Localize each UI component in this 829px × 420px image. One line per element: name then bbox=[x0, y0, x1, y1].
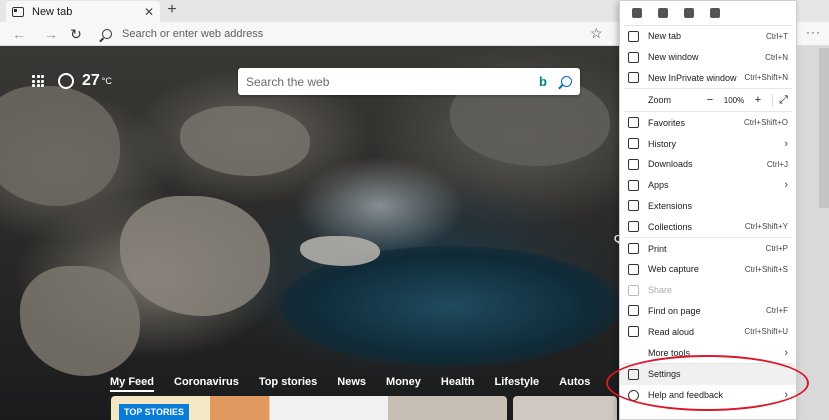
menu-item-downloads[interactable]: Downloads Ctrl+J bbox=[620, 154, 796, 175]
zoom-level: 100% bbox=[723, 95, 745, 105]
collections-icon bbox=[628, 221, 639, 233]
favorite-star-icon[interactable]: ☆ bbox=[590, 25, 603, 42]
menu-item-read-aloud[interactable]: Read aloud Ctrl+Shift+U bbox=[620, 321, 796, 342]
forward-icon[interactable]: → bbox=[42, 25, 60, 43]
feed-tab[interactable]: Autos bbox=[559, 376, 590, 392]
news-card[interactable] bbox=[513, 396, 617, 420]
tab-page-icon bbox=[12, 6, 24, 17]
chevron-right-icon: › bbox=[784, 179, 788, 192]
print-icon bbox=[628, 243, 639, 255]
apps-icon bbox=[628, 179, 639, 191]
more-tools-icon bbox=[628, 347, 639, 358]
inprivate-icon bbox=[628, 72, 639, 84]
menu-item-new-window[interactable]: New window Ctrl+N bbox=[620, 47, 796, 68]
share-icon bbox=[628, 284, 639, 296]
search-icon bbox=[102, 29, 112, 39]
zoom-out-button[interactable]: − bbox=[702, 94, 718, 106]
feed-tab[interactable]: News bbox=[337, 376, 366, 392]
scrollbar[interactable] bbox=[819, 48, 829, 208]
bing-icon[interactable]: b bbox=[539, 74, 547, 89]
feed-tabs: My Feed Coronavirus Top stories News Mon… bbox=[110, 376, 590, 392]
feed-tab[interactable]: My Feed bbox=[110, 376, 155, 392]
chevron-right-icon: › bbox=[784, 137, 788, 150]
menu-icon-row bbox=[620, 1, 796, 25]
refresh-icon[interactable]: ↻ bbox=[67, 25, 85, 43]
tab-new-tab[interactable]: New tab ✕ bbox=[6, 1, 160, 22]
menu-item-print[interactable]: Print Ctrl+P bbox=[620, 238, 796, 259]
menu-item-apps[interactable]: Apps › bbox=[620, 175, 796, 196]
sun-icon bbox=[58, 73, 74, 89]
new-tab-icon bbox=[628, 30, 639, 42]
favorites-icon bbox=[628, 117, 639, 129]
search-placeholder: Search the web bbox=[246, 74, 330, 89]
menu-item-share: Share bbox=[620, 280, 796, 301]
menu-item-web-capture[interactable]: Web capture Ctrl+Shift+S bbox=[620, 259, 796, 280]
tab-close-icon[interactable]: ✕ bbox=[144, 5, 154, 19]
chevron-right-icon: › bbox=[784, 346, 788, 359]
menu-item-new-tab[interactable]: New tab Ctrl+T bbox=[620, 26, 796, 47]
address-bar[interactable]: Search or enter web address bbox=[94, 24, 614, 44]
web-search-box[interactable]: Search the web b bbox=[238, 68, 580, 95]
menu-item-collections[interactable]: Collections Ctrl+Shift+Y bbox=[620, 216, 796, 237]
weather-widget[interactable]: 27 °C bbox=[32, 72, 112, 90]
menu-item-extensions[interactable]: Extensions bbox=[620, 196, 796, 217]
feed-tab[interactable]: Top stories bbox=[259, 376, 317, 392]
picture-icon[interactable] bbox=[710, 8, 720, 18]
menu-item-favorites[interactable]: Favorites Ctrl+Shift+O bbox=[620, 112, 796, 133]
read-aloud-icon bbox=[628, 326, 639, 338]
background-rock bbox=[20, 266, 140, 376]
more-options-icon[interactable]: ··· bbox=[806, 25, 821, 39]
background-rock bbox=[300, 236, 380, 266]
copy-icon[interactable] bbox=[658, 8, 668, 18]
new-window-icon bbox=[628, 51, 639, 63]
top-stories-badge: TOP STORIES bbox=[119, 404, 190, 420]
search-icon[interactable] bbox=[561, 76, 572, 87]
app-launcher-icon[interactable] bbox=[32, 75, 44, 87]
background-rock bbox=[0, 86, 120, 206]
back-icon[interactable]: ← bbox=[10, 25, 28, 43]
tab-title: New tab bbox=[32, 5, 73, 18]
menu-item-zoom: Zoom − 100% + ⤢ bbox=[648, 93, 788, 107]
temperature-unit: °C bbox=[101, 76, 112, 86]
downloads-icon bbox=[628, 158, 639, 170]
extensions-icon[interactable] bbox=[684, 8, 694, 18]
feed-tab[interactable]: Health bbox=[441, 376, 475, 392]
menu-item-history[interactable]: History › bbox=[620, 133, 796, 154]
background-rock bbox=[120, 196, 270, 316]
background-rock bbox=[180, 106, 310, 176]
find-icon bbox=[628, 305, 639, 317]
menu-item-new-inprivate-window[interactable]: New InPrivate window Ctrl+Shift+N bbox=[620, 68, 796, 89]
menu-item-find-on-page[interactable]: Find on page Ctrl+F bbox=[620, 301, 796, 322]
feed-tab[interactable]: Coronavirus bbox=[174, 376, 239, 392]
collections-icon[interactable] bbox=[632, 8, 642, 18]
address-placeholder: Search or enter web address bbox=[122, 28, 264, 40]
new-tab-button[interactable]: + bbox=[164, 2, 180, 18]
temperature: 27 bbox=[82, 72, 100, 89]
web-capture-icon bbox=[628, 263, 639, 275]
fullscreen-icon[interactable]: ⤢ bbox=[772, 93, 788, 107]
annotation-circle bbox=[606, 355, 809, 411]
extensions-icon bbox=[628, 200, 639, 212]
feed-tab[interactable]: Money bbox=[386, 376, 421, 392]
zoom-in-button[interactable]: + bbox=[750, 94, 766, 106]
history-icon bbox=[628, 138, 639, 150]
feed-tab[interactable]: Lifestyle bbox=[495, 376, 540, 392]
